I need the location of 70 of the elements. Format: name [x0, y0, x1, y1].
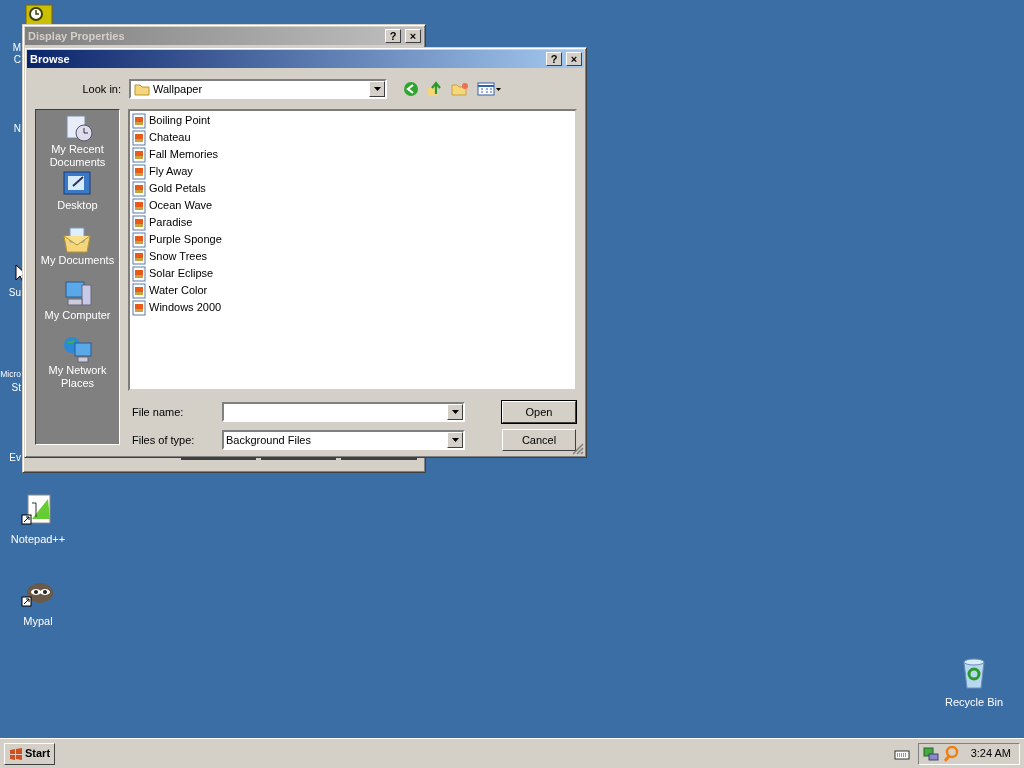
caret-icon	[451, 438, 459, 442]
file-item[interactable]: Water Color	[132, 282, 573, 299]
places-item[interactable]: My Network Places	[36, 334, 119, 390]
image-file-icon	[132, 197, 146, 214]
new-folder-icon[interactable]	[451, 82, 469, 96]
view-menu-icon[interactable]	[477, 82, 501, 96]
file-item[interactable]: Boiling Point	[132, 112, 573, 129]
clock[interactable]: 3:24 AM	[970, 745, 1011, 762]
file-item[interactable]: Solar Eclipse	[132, 265, 573, 282]
network-icon[interactable]	[922, 745, 939, 762]
icon-label: Ev	[9, 451, 21, 465]
icon-label: St	[11, 381, 21, 395]
icon-label[interactable]: Mypal	[23, 613, 53, 630]
close-button[interactable]: ×	[566, 52, 582, 66]
close-button[interactable]: ×	[405, 29, 421, 43]
file-type-dropdown[interactable]: Background Files	[222, 430, 465, 450]
image-file-icon	[132, 129, 146, 146]
file-name-field[interactable]	[222, 402, 465, 422]
file-item[interactable]: Windows 2000	[132, 299, 573, 316]
field-label: Look in:	[81, 81, 121, 97]
caret-icon	[451, 410, 459, 414]
field-label: File name:	[131, 404, 185, 420]
file-item[interactable]: Fly Away	[132, 163, 573, 180]
image-file-icon	[132, 146, 146, 163]
clock-icon	[25, 4, 53, 26]
cancel-button[interactable]: Cancel	[502, 429, 576, 451]
start-button[interactable]: Start	[4, 742, 56, 765]
icon-label: Su	[8, 286, 21, 300]
caret-icon	[373, 87, 381, 91]
up-folder-icon[interactable]	[427, 81, 443, 97]
help-button[interactable]: ?	[385, 29, 401, 43]
image-file-icon	[132, 180, 146, 197]
back-icon[interactable]	[403, 81, 419, 97]
window-title: Display Properties	[28, 28, 125, 44]
image-file-icon	[132, 248, 146, 265]
image-file-icon	[132, 299, 146, 316]
file-item[interactable]: Chateau	[132, 129, 573, 146]
window-title: Browse	[30, 51, 70, 67]
keyboard-icon[interactable]	[893, 747, 910, 760]
field-label: Files of type:	[131, 432, 196, 448]
windows-logo-icon	[9, 747, 23, 760]
icon-label: N	[13, 122, 21, 136]
file-item[interactable]: Purple Sponge	[132, 231, 573, 248]
open-button[interactable]: Open	[502, 401, 576, 423]
image-file-icon	[132, 231, 146, 248]
places-item[interactable]: My Recent Documents	[36, 113, 119, 169]
places-item[interactable]: My Documents	[38, 224, 117, 267]
file-item[interactable]: Paradise	[132, 214, 573, 231]
places-item[interactable]: My Computer	[42, 279, 113, 322]
image-file-icon	[132, 214, 146, 231]
image-file-icon	[132, 112, 146, 129]
icon-label: Micro	[0, 368, 21, 381]
file-item[interactable]: Gold Petals	[132, 180, 573, 197]
icon-label[interactable]: Recycle Bin	[944, 694, 1004, 711]
image-file-icon	[132, 282, 146, 299]
resize-grip-icon[interactable]	[572, 443, 584, 455]
places-item[interactable]: Desktop	[55, 169, 100, 212]
image-file-icon	[132, 163, 146, 180]
place-icon	[61, 334, 94, 364]
help-button[interactable]: ?	[546, 52, 562, 66]
place-icon	[61, 224, 94, 254]
file-item[interactable]: Fall Memories	[132, 146, 573, 163]
image-file-icon	[132, 265, 146, 282]
icon-label: M	[12, 41, 21, 55]
icon-label[interactable]: Notepad++	[10, 531, 66, 548]
folder-icon	[134, 82, 150, 96]
file-item[interactable]: Snow Trees	[132, 248, 573, 265]
file-item[interactable]: Ocean Wave	[132, 197, 573, 214]
look-in-dropdown[interactable]: Wallpaper	[129, 79, 387, 99]
icon-label: C	[13, 53, 21, 67]
